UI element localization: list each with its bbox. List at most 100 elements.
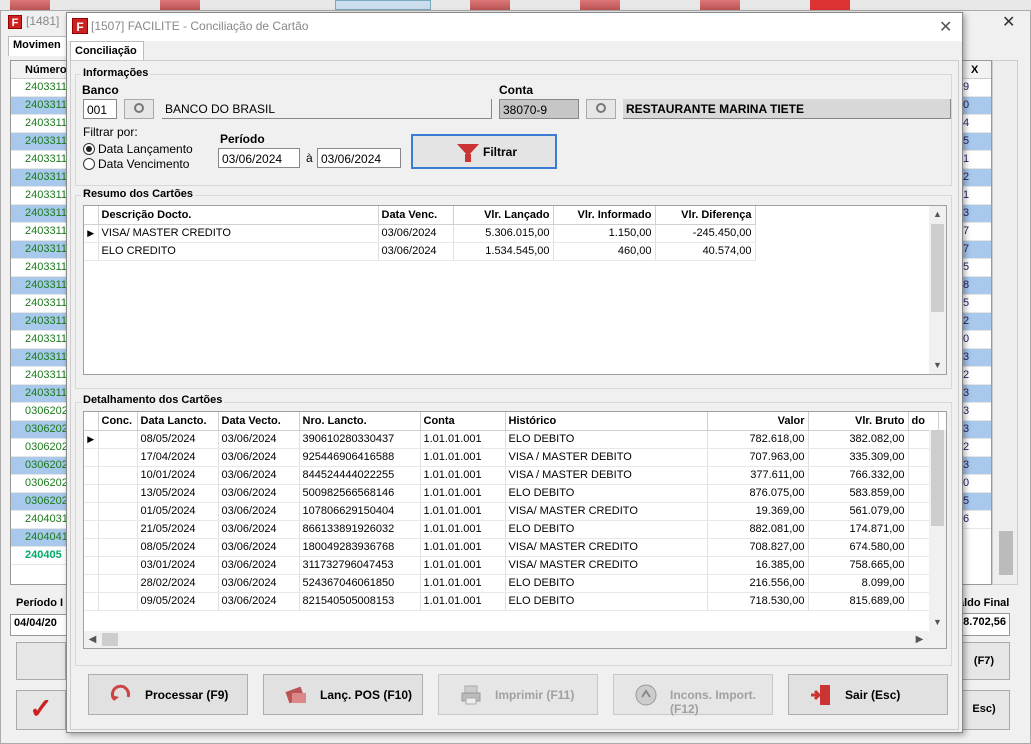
- background-grid-row[interactable]: 2403311: [11, 97, 69, 115]
- conc-checkbox-cell[interactable]: [98, 538, 138, 557]
- background-grid-row[interactable]: 2404041: [11, 529, 69, 547]
- scroll-down-icon[interactable]: ▼: [929, 357, 946, 374]
- detalhe-header[interactable]: Conta: [420, 412, 506, 431]
- scrollbar-thumb[interactable]: [102, 633, 118, 646]
- conc-checkbox-cell[interactable]: [98, 556, 138, 575]
- toolbar-icon[interactable]: [700, 0, 740, 10]
- resumo-header[interactable]: Descrição Docto.: [98, 206, 379, 225]
- detalhe-header[interactable]: do: [908, 412, 939, 431]
- detalhe-header[interactable]: Data Vecto.: [218, 412, 300, 431]
- imprimir-button[interactable]: Imprimir (F11): [438, 674, 598, 715]
- background-grid-row[interactable]: 2403311: [11, 223, 69, 241]
- toolbar-icon[interactable]: [580, 0, 620, 10]
- conc-checkbox-cell[interactable]: [98, 448, 138, 467]
- background-grid-row[interactable]: 2403311: [11, 367, 69, 385]
- scrollbar-thumb[interactable]: [931, 430, 944, 526]
- detalhe-horizontal-scrollbar[interactable]: ◀ ▶: [84, 631, 946, 648]
- background-grid-row[interactable]: 2403311: [11, 151, 69, 169]
- toolbar-icon[interactable]: [470, 0, 510, 10]
- conc-checkbox-cell[interactable]: [98, 466, 138, 485]
- background-grid-row[interactable]: 2404031: [11, 511, 69, 529]
- background-grid-row[interactable]: 0306202: [11, 475, 69, 493]
- background-grid-right-header[interactable]: X: [961, 61, 991, 79]
- conta-search-button[interactable]: [586, 99, 616, 119]
- table-row[interactable]: 08/05/2024 03/06/2024 180049283936768 1.01.…: [84, 538, 939, 557]
- conc-checkbox-cell[interactable]: [98, 502, 138, 521]
- conc-checkbox-cell[interactable]: [98, 574, 138, 593]
- background-confirm-button[interactable]: ✓: [16, 690, 66, 730]
- detalhe-header[interactable]: Nro. Lancto.: [299, 412, 421, 431]
- detalhe-header[interactable]: Histórico: [505, 412, 708, 431]
- scrollbar-thumb[interactable]: [931, 224, 944, 312]
- background-grid-row[interactable]: 0306202: [11, 403, 69, 421]
- background-f7-button[interactable]: (F7): [958, 642, 1010, 680]
- table-row[interactable]: 21/05/2024 03/06/2024 866133891926032 1.01.…: [84, 520, 939, 539]
- conc-checkbox-cell[interactable]: [98, 592, 138, 611]
- radio-data-vencimento[interactable]: Data Vencimento: [83, 157, 189, 171]
- resumo-header[interactable]: Data Venc.: [378, 206, 454, 225]
- conc-checkbox-cell[interactable]: [98, 430, 138, 449]
- scroll-left-icon[interactable]: ◀: [84, 631, 101, 648]
- background-vertical-scrollbar[interactable]: [992, 60, 1018, 585]
- background-grid-row[interactable]: 2403311: [11, 331, 69, 349]
- background-grid-row[interactable]: 0306202: [11, 439, 69, 457]
- banco-code-input[interactable]: 001: [83, 99, 117, 119]
- background-grid-row[interactable]: 2403311: [11, 259, 69, 277]
- detalhe-vertical-scrollbar[interactable]: ▼: [929, 430, 946, 632]
- conc-checkbox-cell[interactable]: [98, 484, 138, 503]
- background-grid-row[interactable]: 2403311: [11, 277, 69, 295]
- background-grid-row[interactable]: 2403311: [11, 205, 69, 223]
- background-grid-row[interactable]: 0306202: [11, 421, 69, 439]
- detalhe-header[interactable]: Conc.: [98, 412, 138, 431]
- background-close-icon[interactable]: ✕: [1002, 12, 1015, 32]
- processar-button[interactable]: Processar (F9): [88, 674, 248, 715]
- date-to-input[interactable]: 03/06/2024: [317, 148, 401, 168]
- table-row[interactable]: ▶ VISA/ MASTER CREDITO 03/06/2024 5.306.…: [84, 224, 756, 243]
- banco-search-button[interactable]: [124, 99, 154, 119]
- scroll-right-icon[interactable]: ▶: [911, 631, 928, 648]
- table-row[interactable]: ELO CREDITO 03/06/2024 1.534.545,00 460,…: [84, 242, 756, 261]
- resumo-header[interactable]: Vlr. Lançado: [453, 206, 554, 225]
- background-grid-row[interactable]: 2403311: [11, 79, 69, 97]
- toolbar-icon[interactable]: [160, 0, 200, 10]
- table-row[interactable]: 10/01/2024 03/06/2024 844524444022255 1.01.…: [84, 466, 939, 485]
- background-grid-row[interactable]: 2403311: [11, 115, 69, 133]
- table-row[interactable]: 17/04/2024 03/06/2024 925446906416588 1.01.…: [84, 448, 939, 467]
- filtrar-button[interactable]: Filtrar: [411, 134, 557, 169]
- background-grid-row[interactable]: 2403311: [11, 133, 69, 151]
- table-row[interactable]: 13/05/2024 03/06/2024 500982566568146 1.01.…: [84, 484, 939, 503]
- background-button[interactable]: [16, 642, 66, 680]
- toolbar-icon[interactable]: [10, 0, 50, 10]
- detalhe-header[interactable]: Data Lancto.: [137, 412, 219, 431]
- background-esc-button[interactable]: Esc): [958, 690, 1010, 730]
- resumo-vertical-scrollbar[interactable]: ▲ ▼: [929, 206, 946, 374]
- table-row[interactable]: 03/01/2024 03/06/2024 311732796047453 1.01.…: [84, 556, 939, 575]
- sair-button[interactable]: Sair (Esc): [788, 674, 948, 715]
- table-row[interactable]: ▶ 08/05/2024 03/06/2024 390610280330437 1.01…: [84, 430, 939, 449]
- scroll-up-icon[interactable]: ▲: [929, 206, 946, 223]
- scroll-down-icon[interactable]: ▼: [929, 614, 946, 631]
- background-grid-row[interactable]: 0306202: [11, 457, 69, 475]
- resumo-header[interactable]: Vlr. Diferença: [655, 206, 756, 225]
- background-grid-row[interactable]: 2403311: [11, 349, 69, 367]
- background-grid-row[interactable]: 240405: [11, 547, 69, 565]
- incons-import-button[interactable]: Incons. Import. (F12): [613, 674, 773, 716]
- radio-data-lancamento[interactable]: Data Lançamento: [83, 142, 193, 156]
- background-grid-row[interactable]: 2403311: [11, 385, 69, 403]
- close-icon[interactable]: ✕: [939, 17, 952, 37]
- background-grid-row[interactable]: 0306202: [11, 493, 69, 511]
- table-row[interactable]: 01/05/2024 03/06/2024 107806629150404 1.01.…: [84, 502, 939, 521]
- background-tab[interactable]: Movimen: [8, 36, 70, 56]
- background-grid-row[interactable]: 2403311: [11, 169, 69, 187]
- detalhe-header[interactable]: Vlr. Bruto: [808, 412, 909, 431]
- lanc-pos-button[interactable]: Lanç. POS (F10): [263, 674, 423, 715]
- toolbar-icon-selected[interactable]: [335, 0, 431, 10]
- background-periodo-field[interactable]: 04/04/20: [10, 614, 68, 636]
- conta-input[interactable]: 38070-9: [499, 99, 579, 119]
- conc-checkbox-cell[interactable]: [98, 520, 138, 539]
- background-grid-header[interactable]: Número: [11, 61, 69, 79]
- background-grid-row[interactable]: 2403311: [11, 241, 69, 259]
- toolbar-icon[interactable]: [810, 0, 850, 10]
- resumo-header[interactable]: Vlr. Informado: [553, 206, 656, 225]
- table-row[interactable]: 09/05/2024 03/06/2024 821540505008153 1.01.…: [84, 592, 939, 611]
